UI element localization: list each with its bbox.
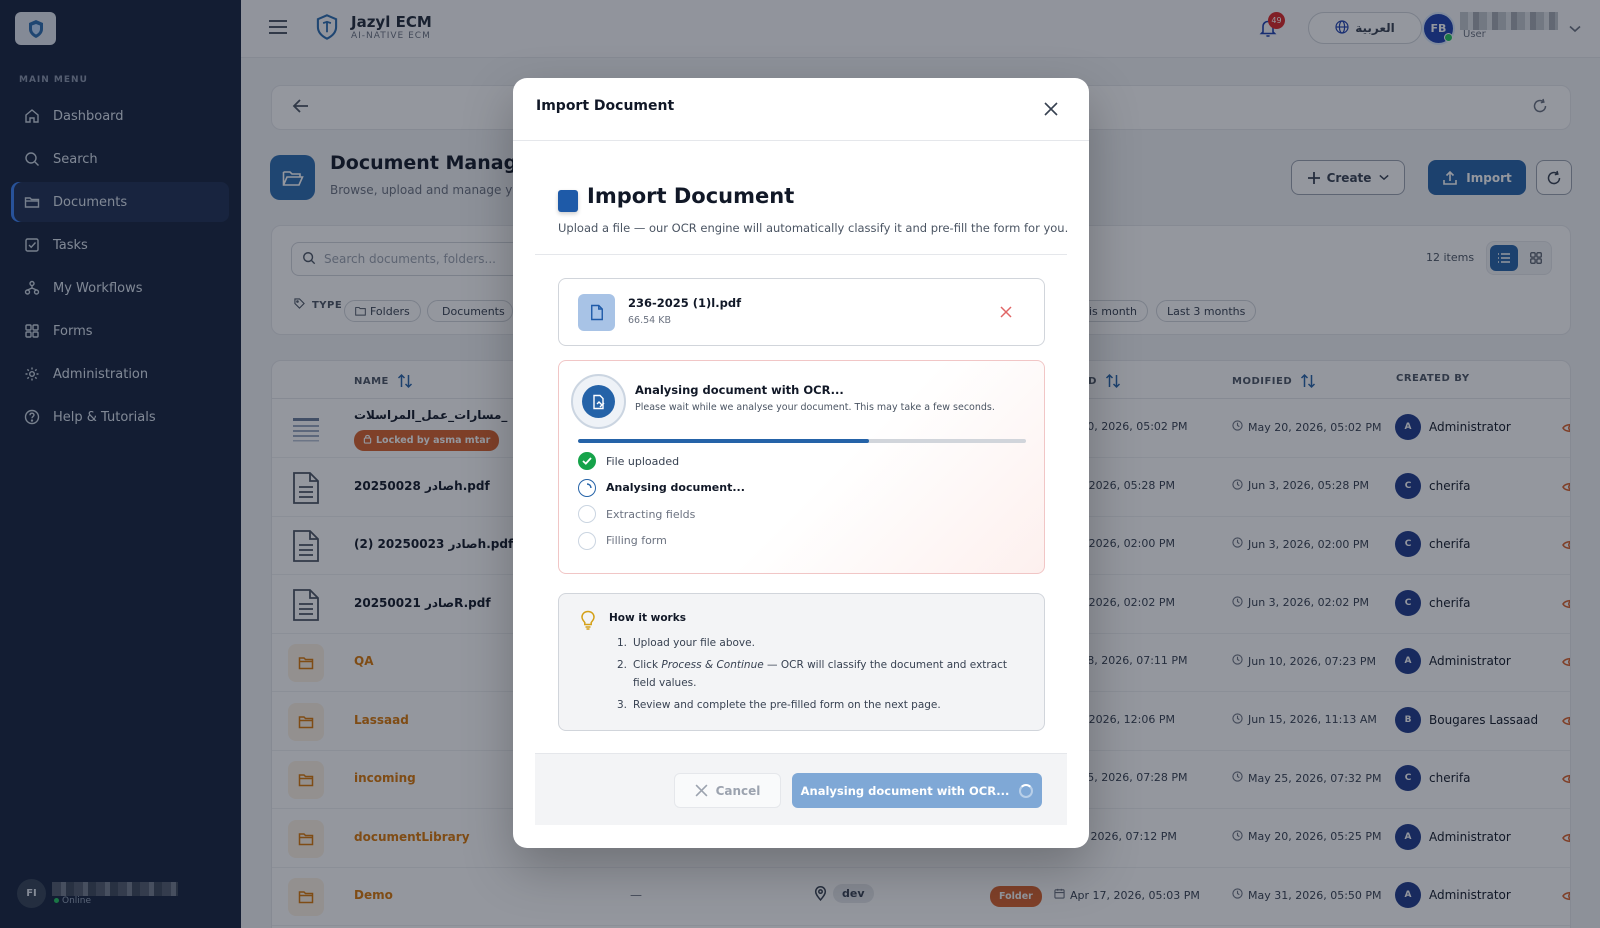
import-document-icon bbox=[558, 190, 578, 212]
progress-fill bbox=[578, 439, 870, 443]
section-divider bbox=[535, 254, 1067, 255]
how-step: 3. Review and complete the pre-filled for… bbox=[617, 699, 941, 711]
section-title: Import Document bbox=[587, 184, 795, 208]
how-it-works-steps: 1. Upload your file above. 2. Click Process… bbox=[617, 634, 1017, 718]
file-icon bbox=[578, 294, 615, 331]
process-label: Analysing document with OCR... bbox=[800, 783, 1010, 798]
ocr-status-indicator bbox=[571, 374, 626, 429]
progress-step: Analysing document... bbox=[578, 478, 745, 497]
process-button[interactable]: Analysing document with OCR... bbox=[792, 773, 1042, 808]
progress-step: File uploaded bbox=[578, 452, 679, 470]
lightbulb-icon bbox=[580, 610, 596, 634]
step-label: Analysing document... bbox=[606, 481, 745, 494]
close-icon bbox=[1000, 306, 1012, 318]
file-name: 236-2025 (1)l.pdf bbox=[628, 296, 742, 310]
how-it-works-title: How it works bbox=[609, 612, 686, 624]
check-circle-icon bbox=[578, 452, 596, 470]
spinner-icon bbox=[1019, 783, 1034, 798]
selected-file-card: 236-2025 (1)l.pdf 66.54 KB bbox=[558, 278, 1045, 346]
how-step: 2. Click Process & Continue — OCR will cl… bbox=[617, 659, 1008, 689]
circle-icon bbox=[578, 531, 596, 550]
circle-icon bbox=[578, 505, 596, 523]
modal-divider bbox=[513, 140, 1089, 141]
step-label: Filling form bbox=[606, 534, 667, 547]
step-label: Extracting fields bbox=[606, 507, 696, 521]
modal-footer: Cancel Analysing document with OCR... bbox=[535, 753, 1067, 825]
progress-subtitle: Please wait while we analyse your docume… bbox=[635, 402, 995, 413]
how-step: 1. Upload your file above. bbox=[617, 637, 755, 649]
modal-title: Import Document bbox=[536, 98, 675, 114]
section-description: Upload a file — our OCR engine will auto… bbox=[558, 221, 1069, 235]
progress-step: Filling form bbox=[578, 531, 667, 550]
cancel-label: Cancel bbox=[715, 783, 761, 798]
progress-step: Extracting fields bbox=[578, 505, 695, 523]
progress-title: Analysing document with OCR... bbox=[635, 383, 844, 397]
cancel-button[interactable]: Cancel bbox=[674, 773, 781, 808]
close-icon bbox=[1044, 102, 1058, 116]
file-size: 66.54 KB bbox=[628, 315, 671, 326]
ocr-progress-card: Analysing document with OCR... Please wa… bbox=[558, 360, 1045, 574]
import-document-modal: Import Document Import Document Upload a… bbox=[513, 78, 1089, 848]
close-icon bbox=[695, 784, 708, 797]
how-it-works-card: How it works 1. Upload your file above. 2.… bbox=[558, 593, 1045, 731]
step-label: File uploaded bbox=[606, 454, 680, 468]
progress-bar bbox=[578, 439, 1026, 443]
remove-file-button[interactable] bbox=[999, 305, 1013, 319]
document-scan-icon bbox=[592, 394, 604, 409]
spinner-icon bbox=[578, 478, 596, 497]
close-button[interactable] bbox=[1042, 100, 1060, 118]
